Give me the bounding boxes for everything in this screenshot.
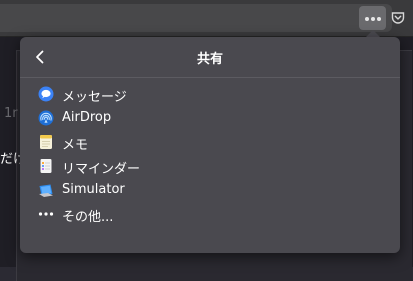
dot-icon [371, 17, 375, 21]
airdrop-icon [38, 110, 54, 126]
share-menu-title: 共有 [196, 52, 223, 67]
reminders-icon [38, 158, 54, 174]
share-item-reminders[interactable]: リマインダー [28, 155, 392, 177]
dot-icon [365, 17, 369, 21]
share-item-airdrop[interactable]: AirDrop [28, 107, 392, 129]
share-item-simulator[interactable]: Simulator [28, 179, 392, 201]
more-icon [38, 206, 54, 222]
share-item-label: AirDrop [62, 110, 112, 125]
share-item-label: リマインダー [62, 162, 141, 177]
share-item-more[interactable]: その他... [28, 203, 392, 225]
share-item-label: メッセージ [62, 90, 127, 105]
pocket-icon[interactable] [391, 10, 405, 24]
share-item-label: Simulator [62, 182, 125, 197]
share-menu-popup: 共有 メッセージ AirDrop メモ リマインダー Simulator その他… [20, 37, 400, 253]
address-bar[interactable] [0, 4, 392, 32]
share-menu-header: 共有 [20, 37, 400, 78]
share-item-messages[interactable]: メッセージ [28, 83, 392, 105]
notes-icon [38, 134, 54, 150]
share-item-label: メモ [62, 138, 89, 153]
dot-icon [377, 17, 381, 21]
browser-toolbar [0, 0, 413, 37]
background-text-fragment: 1r [4, 106, 18, 121]
messages-icon [38, 86, 54, 102]
page-actions-button[interactable] [359, 6, 386, 30]
share-item-notes[interactable]: メモ [28, 131, 392, 153]
share-item-label: その他... [62, 210, 114, 225]
simulator-icon [38, 182, 54, 198]
